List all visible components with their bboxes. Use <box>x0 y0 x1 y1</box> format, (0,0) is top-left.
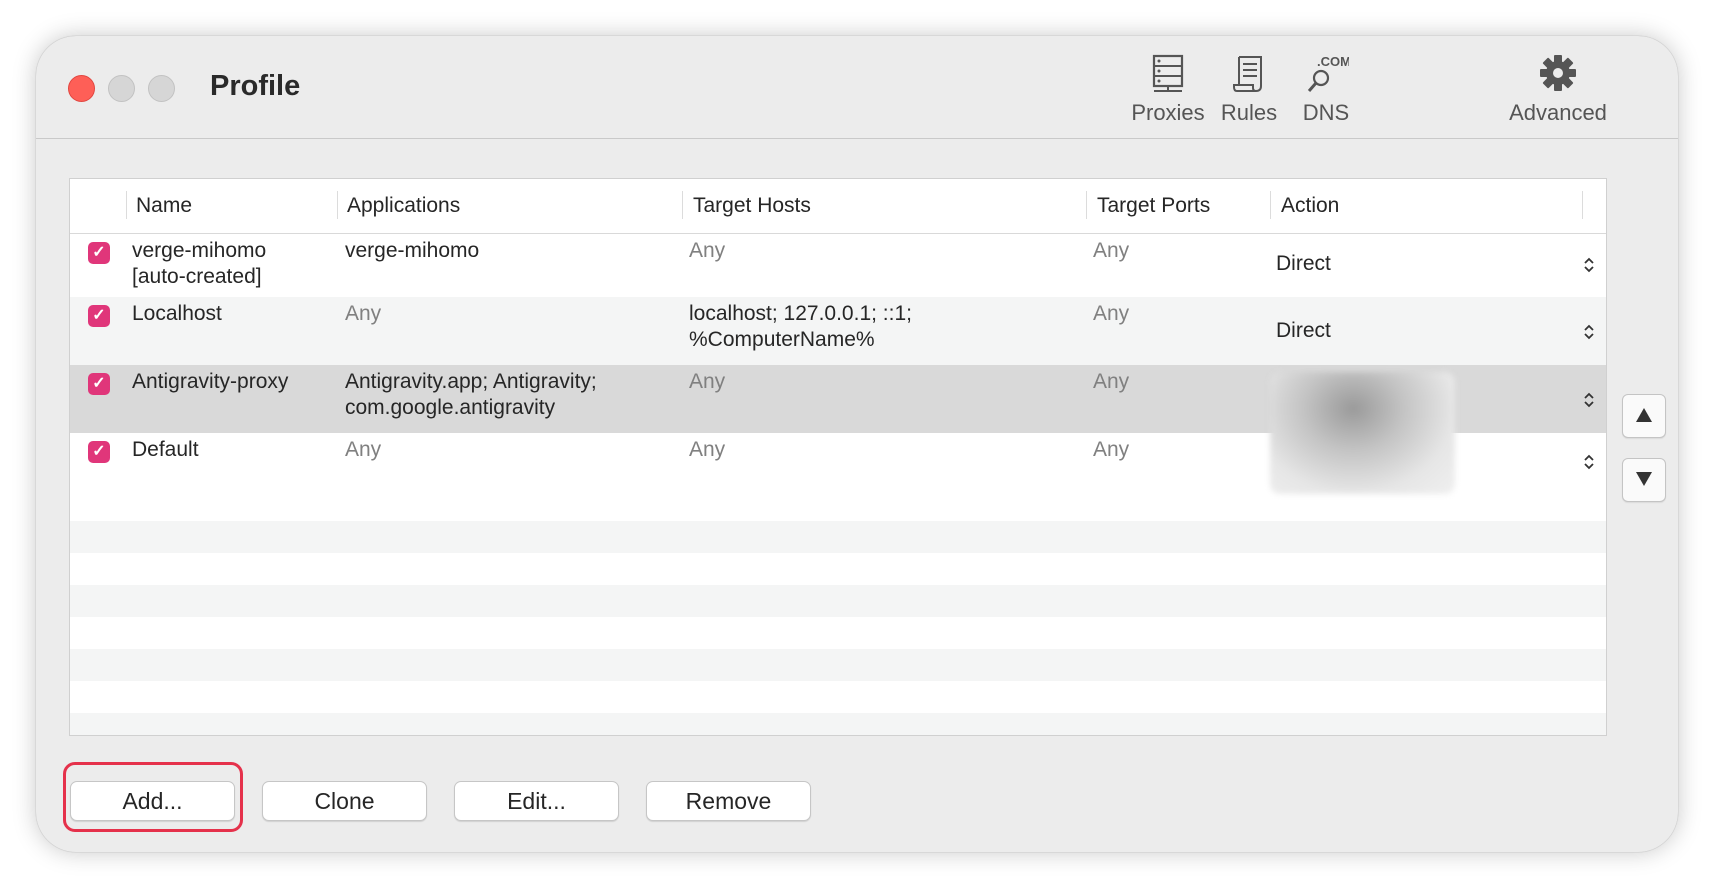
action-select[interactable]: Direct <box>1276 252 1331 276</box>
toolbar-advanced-label: Advanced <box>1509 100 1607 125</box>
row-hosts: Any <box>689 370 726 393</box>
scroll-icon <box>1233 56 1262 92</box>
row-hosts: Any <box>689 239 726 262</box>
remove-button[interactable]: Remove <box>646 781 811 821</box>
row-applications: Any <box>345 302 382 325</box>
table-row[interactable]: ✓ verge-mihomo [auto-created] verge-miho… <box>70 234 1606 297</box>
row-name: Default <box>132 438 199 461</box>
table-row[interactable]: ✓ Localhost Any localhost; 127.0.0.1; ::… <box>70 297 1606 365</box>
action-value: Direct <box>1276 252 1331 275</box>
row-name: Localhost <box>132 302 222 325</box>
enabled-checkbox[interactable]: ✓ <box>88 441 110 463</box>
enabled-checkbox[interactable]: ✓ <box>88 242 110 264</box>
triangle-up-icon <box>1636 408 1652 422</box>
gear-icon <box>1540 55 1576 91</box>
table-header: Name Applications Target Hosts Target Po… <box>70 179 1606 234</box>
toolbar-advanced[interactable]: Advanced <box>1498 54 1618 126</box>
row-hosts: localhost; 127.0.0.1; ::1; %ComputerName… <box>689 302 912 351</box>
close-button[interactable] <box>68 75 95 102</box>
enabled-checkbox[interactable]: ✓ <box>88 305 110 327</box>
column-header-target-hosts[interactable]: Target Hosts <box>693 179 811 233</box>
title-bar: Profile Proxies Rules .COM DNS Advanced <box>36 36 1678 139</box>
row-name: verge-mihomo [auto-created] <box>132 239 267 288</box>
toolbar-rules[interactable]: Rules <box>1214 54 1284 126</box>
enabled-checkbox[interactable]: ✓ <box>88 373 110 395</box>
column-header-action[interactable]: Action <box>1281 179 1339 233</box>
chevron-updown-icon[interactable] <box>1582 256 1596 274</box>
minimize-button[interactable] <box>108 75 135 102</box>
toolbar-rules-label: Rules <box>1220 100 1278 125</box>
clone-button[interactable]: Clone <box>262 781 427 821</box>
row-applications: Any <box>345 438 382 461</box>
toolbar-dns[interactable]: .COM DNS <box>1294 54 1358 126</box>
action-value: Direct <box>1276 319 1331 342</box>
row-name: Antigravity-proxy <box>132 370 289 393</box>
toolbar-proxies-label: Proxies <box>1131 100 1205 125</box>
column-header-applications[interactable]: Applications <box>347 179 460 233</box>
triangle-down-icon <box>1636 472 1652 486</box>
action-select[interactable]: Direct <box>1276 319 1331 343</box>
add-button-highlight <box>63 762 243 832</box>
row-hosts: Any <box>689 438 726 461</box>
row-ports: Any <box>1093 302 1130 325</box>
chevron-updown-icon[interactable] <box>1582 323 1596 341</box>
window-title: Profile <box>210 70 301 102</box>
redacted-area <box>1270 372 1455 494</box>
move-down-button[interactable] <box>1622 458 1666 502</box>
row-applications: Antigravity.app; Antigravity; com.google… <box>345 370 597 419</box>
row-ports: Any <box>1093 370 1130 393</box>
chevron-updown-icon[interactable] <box>1582 453 1596 471</box>
toolbar-proxies[interactable]: Proxies <box>1128 54 1208 126</box>
row-ports: Any <box>1093 239 1130 262</box>
move-up-button[interactable] <box>1622 394 1666 438</box>
svg-text:.COM: .COM <box>1317 54 1349 69</box>
column-header-name[interactable]: Name <box>136 179 192 233</box>
toolbar-dns-label: DNS <box>1302 100 1350 125</box>
chevron-updown-icon[interactable] <box>1582 391 1596 409</box>
zoom-button[interactable] <box>148 75 175 102</box>
dns-search-icon: .COM <box>1307 54 1349 92</box>
column-header-target-ports[interactable]: Target Ports <box>1097 179 1210 233</box>
row-ports: Any <box>1093 438 1130 461</box>
row-applications: verge-mihomo <box>345 239 480 262</box>
edit-button[interactable]: Edit... <box>454 781 619 821</box>
server-icon <box>1152 54 1184 92</box>
